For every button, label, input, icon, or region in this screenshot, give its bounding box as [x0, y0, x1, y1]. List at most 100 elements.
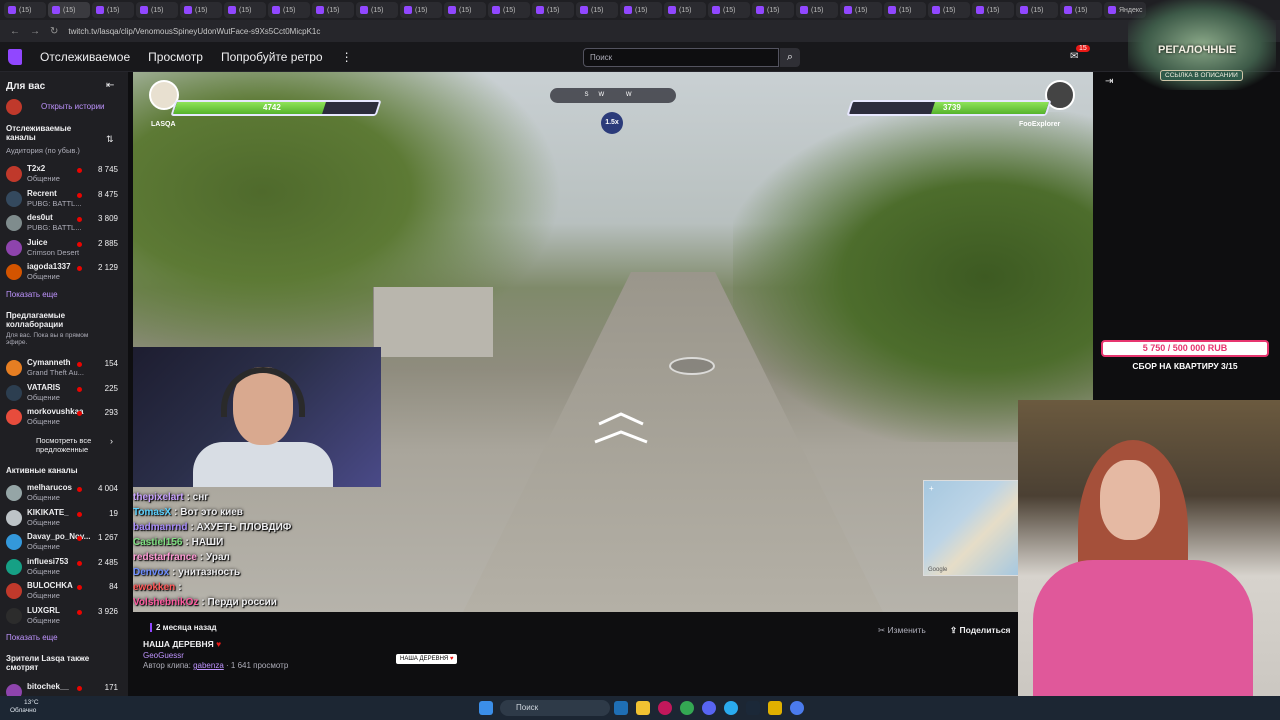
clip-game-link[interactable]: GeoGuessr	[143, 651, 184, 660]
browser-tab[interactable]: (15)	[488, 2, 530, 18]
chat-text: : Перди россии	[201, 597, 277, 608]
stream-logo-title: РЕГАЛОЧНЫЕ	[1158, 44, 1237, 56]
search-input[interactable]: Поиск	[583, 48, 779, 67]
live-dot-icon	[77, 686, 82, 691]
clip-views: · 1 641 просмотр	[226, 661, 289, 670]
viewer-count: 8 745	[97, 165, 118, 174]
twitch-logo-icon[interactable]	[8, 48, 22, 65]
browser-tab[interactable]: (15)	[224, 2, 266, 18]
discord-icon[interactable]	[702, 701, 716, 715]
tab-favicon-icon	[756, 6, 764, 14]
chat-message: redstarfrance: Урал	[133, 550, 393, 565]
sidebar-channel[interactable]: Recrent PUBG: BATTL... 8 475	[6, 189, 124, 213]
chat-message: ewokken:	[133, 580, 393, 595]
app-icon[interactable]	[658, 701, 672, 715]
browser-tab[interactable]: (15)	[356, 2, 398, 18]
sidebar-channel[interactable]: morkovushkaa Общение 293	[6, 407, 124, 431]
reload-icon[interactable]: ↻	[50, 26, 58, 37]
edit-label: Изменить	[887, 625, 926, 635]
sidebar-channel[interactable]: T2x2 Общение 8 745	[6, 164, 124, 188]
show-more-followed[interactable]: Показать еще	[6, 290, 58, 299]
tab-title: (15)	[723, 6, 736, 14]
browser-tab[interactable]: (15)	[268, 2, 310, 18]
browser-tab[interactable]: (15)	[928, 2, 970, 18]
notifications-icon[interactable]: ✉	[1070, 51, 1078, 62]
sidebar-channel[interactable]: Cymanneth Grand Theft Au... 154	[6, 358, 124, 382]
browser-tab[interactable]: (15)	[136, 2, 178, 18]
guess-minimap[interactable]: Google +	[923, 480, 1019, 576]
browser-tab[interactable]: (15)	[1016, 2, 1058, 18]
browser-tab[interactable]: (15)	[48, 2, 90, 18]
clip-author-link[interactable]: gabenza	[193, 661, 224, 670]
weather-widget[interactable]: 13°C Облачно	[10, 699, 39, 715]
explorer-icon[interactable]	[636, 701, 650, 715]
browser-tab[interactable]: (15)	[400, 2, 442, 18]
nav-try-retro[interactable]: Попробуйте ретро	[221, 50, 323, 64]
browser-tab[interactable]: (15)	[752, 2, 794, 18]
search-icon[interactable]: ⌕	[780, 48, 800, 67]
show-more-active[interactable]: Показать еще	[6, 633, 58, 642]
open-stories-link[interactable]: Открыть истории	[41, 102, 105, 111]
sidebar-channel[interactable]: des0ut PUBG: BATTL... 3 809	[6, 213, 124, 237]
share-button[interactable]: ⇪ Поделиться	[950, 625, 1011, 636]
sidebar-channel[interactable]: melharucos Общение 4 004	[6, 483, 124, 507]
expand-chat-icon[interactable]: ⇥	[1105, 76, 1113, 87]
sidebar-channel[interactable]: VATARIS Общение 225	[6, 383, 124, 407]
browser-tab[interactable]: (15)	[708, 2, 750, 18]
channel-avatar	[6, 684, 22, 696]
browser-tab[interactable]: (15)	[444, 2, 486, 18]
chrome-icon[interactable]	[680, 701, 694, 715]
sidebar-channel[interactable]: bitochek__ 171	[6, 682, 124, 696]
channel-name: iagoda1337	[27, 262, 71, 271]
url-text[interactable]: twitch.tv/lasqa/clip/VenomousSpineyUdonW…	[68, 27, 320, 36]
browser-tab[interactable]: (15)	[92, 2, 134, 18]
browser-tab[interactable]: (15)	[840, 2, 882, 18]
back-icon[interactable]: ←	[10, 26, 20, 37]
pano-ring[interactable]	[669, 357, 715, 375]
viewer-count: 154	[104, 359, 118, 368]
browser-tab[interactable]: (15)	[532, 2, 574, 18]
collapse-sidebar-icon[interactable]: ⇤	[106, 80, 114, 91]
telegram-icon[interactable]	[724, 701, 738, 715]
browser-tab[interactable]: (15)	[4, 2, 46, 18]
browser-tab[interactable]: (15)	[884, 2, 926, 18]
sidebar-channel[interactable]: iagoda1337 Общение 2 129	[6, 262, 124, 286]
browser-tab[interactable]: (15)	[796, 2, 838, 18]
video-player[interactable]: 4742 LASQA 3739 FooExplorer SW W 1.5x Go…	[133, 72, 1093, 612]
sidebar-channel[interactable]: Davay_po_Nov... Общение 1 267	[6, 532, 124, 556]
lock-icon[interactable]	[768, 701, 782, 715]
taskview-icon[interactable]	[614, 701, 628, 715]
sidebar-channel[interactable]: KIKIKATE_ Общение 19	[6, 508, 124, 532]
nav-browse[interactable]: Просмотр	[148, 50, 203, 64]
minimap-expand-icon[interactable]: +	[929, 484, 934, 493]
chat-text: : Урал	[199, 552, 230, 563]
taskbar-search[interactable]: Поиск	[500, 700, 610, 716]
browser-tab[interactable]: (15)	[664, 2, 706, 18]
sidebar-channel[interactable]: influesi753 Общение 2 485	[6, 557, 124, 581]
browser-tab[interactable]: (15)	[576, 2, 618, 18]
forward-icon[interactable]: →	[30, 26, 40, 37]
steam-icon[interactable]	[746, 701, 760, 715]
browser-tab[interactable]: (15)	[312, 2, 354, 18]
sidebar-channel[interactable]: Juice Crimson Desert 2 885	[6, 238, 124, 262]
browser-tab[interactable]: (15)	[972, 2, 1014, 18]
tab-favicon-icon	[800, 6, 808, 14]
stories-avatar[interactable]	[6, 99, 22, 115]
channel-category: Общение	[27, 591, 60, 600]
sort-icon[interactable]: ⇅	[106, 134, 114, 145]
viewer-count: 4 004	[97, 484, 118, 493]
move-arrow-icon[interactable]	[593, 412, 653, 448]
windows-start-icon[interactable]	[479, 701, 493, 715]
browser-tab[interactable]: (15)	[180, 2, 222, 18]
browser-tab[interactable]: (15)	[1060, 2, 1102, 18]
see-all-suggested[interactable]: Посмотреть все предложенные ›	[6, 436, 124, 456]
browser-tab[interactable]: (15)	[620, 2, 662, 18]
messenger-icon[interactable]	[790, 701, 804, 715]
sidebar-channel[interactable]: BULOCHKA Общение 84	[6, 581, 124, 605]
nav-following[interactable]: Отслеживаемое	[40, 50, 130, 64]
edit-clip-button[interactable]: ✂ Изменить	[878, 625, 926, 636]
chat-username: redstarfrance	[133, 552, 197, 563]
tab-title: (15)	[239, 6, 252, 14]
sidebar-channel[interactable]: LUXGRL Общение 3 926	[6, 606, 124, 630]
more-menu-icon[interactable]: ⋮	[341, 50, 353, 64]
